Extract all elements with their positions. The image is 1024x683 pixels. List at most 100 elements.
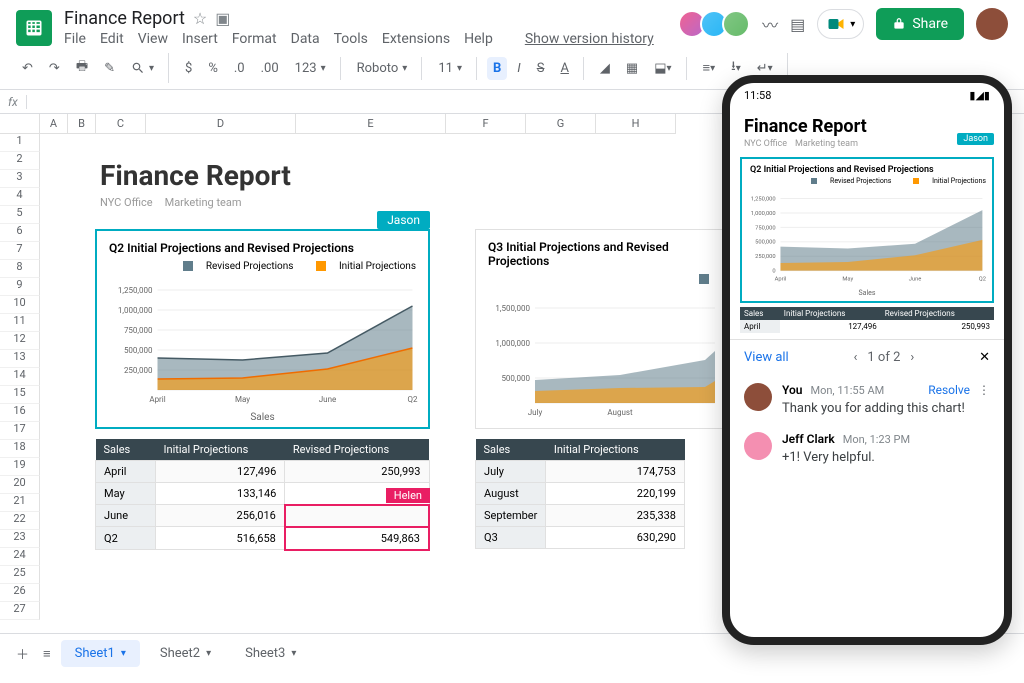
col-head[interactable]: A — [40, 114, 68, 134]
row-head[interactable]: 15 — [0, 386, 40, 404]
avatar[interactable] — [722, 10, 750, 38]
row-head[interactable]: 5 — [0, 206, 40, 224]
paint-format-button[interactable]: ✎ — [98, 57, 121, 80]
percent-button[interactable]: % — [202, 57, 224, 80]
mobile-table: SalesInitial ProjectionsRevised Projecti… — [740, 307, 994, 333]
increase-decimal-button[interactable]: .00 — [255, 57, 285, 80]
fill-color-button[interactable]: ◢ — [594, 57, 616, 80]
resolve-button[interactable]: Resolve — [928, 383, 970, 397]
row-head[interactable]: 27 — [0, 602, 40, 620]
add-sheet-button[interactable]: ＋ — [12, 640, 33, 667]
chart-q3[interactable]: Q3 Initial Projections and Revised Proje… — [475, 229, 725, 429]
menu-help[interactable]: Help — [464, 31, 493, 47]
col-head[interactable]: B — [68, 114, 96, 134]
row-head[interactable]: 10 — [0, 296, 40, 314]
row-head[interactable]: 9 — [0, 278, 40, 296]
next-comment-button[interactable]: › — [910, 350, 914, 365]
row-head[interactable]: 26 — [0, 584, 40, 602]
row-head[interactable]: 2 — [0, 152, 40, 170]
svg-text:750,000: 750,000 — [755, 225, 776, 231]
row-head[interactable]: 18 — [0, 440, 40, 458]
col-head[interactable]: F — [446, 114, 526, 134]
row-head[interactable]: 17 — [0, 422, 40, 440]
merge-button[interactable]: ⬓▾ — [648, 57, 677, 80]
row-head[interactable]: 6 — [0, 224, 40, 242]
borders-button[interactable]: ▦ — [620, 57, 644, 80]
row-head[interactable]: 7 — [0, 242, 40, 260]
menu-insert[interactable]: Insert — [182, 31, 218, 47]
chart-title: Q3 Initial Projections and Revised Proje… — [476, 230, 724, 268]
h-align-button[interactable]: ≡▾ — [697, 56, 722, 80]
row-head[interactable]: 3 — [0, 170, 40, 188]
text-color-button[interactable]: A — [554, 57, 574, 80]
svg-text:500,000: 500,000 — [755, 240, 776, 246]
svg-text:May: May — [842, 276, 853, 282]
sheet-tab[interactable]: Sheet3▾ — [231, 640, 310, 667]
menu-data[interactable]: Data — [291, 31, 320, 47]
row-head[interactable]: 13 — [0, 350, 40, 368]
share-button[interactable]: Share — [876, 8, 964, 40]
row-head[interactable]: 24 — [0, 548, 40, 566]
chart-q2[interactable]: Jason Q2 Initial Projections and Revised… — [95, 229, 430, 429]
meet-button[interactable]: ▾ — [817, 9, 864, 39]
col-head[interactable]: C — [96, 114, 146, 134]
col-head[interactable]: G — [526, 114, 596, 134]
move-folder-icon[interactable]: ▣ — [215, 9, 230, 28]
menu-tools[interactable]: Tools — [334, 31, 368, 47]
font-select[interactable]: Roboto▾ — [351, 57, 414, 80]
row-head[interactable]: 21 — [0, 494, 40, 512]
font-size-select[interactable]: 11▾ — [432, 57, 468, 80]
sheet-tab[interactable]: Sheet1▾ — [61, 640, 140, 667]
print-button[interactable]: 🖶 — [70, 53, 94, 83]
activity-icon[interactable]: 〰 — [762, 12, 778, 36]
bold-button[interactable]: B — [487, 57, 507, 80]
row-head[interactable]: 11 — [0, 314, 40, 332]
row-head[interactable]: 22 — [0, 512, 40, 530]
more-formats-select[interactable]: 123▾ — [289, 57, 332, 80]
row-head[interactable]: 19 — [0, 458, 40, 476]
svg-text:1,250,000: 1,250,000 — [751, 196, 776, 202]
all-sheets-button[interactable]: ≡ — [39, 642, 55, 666]
view-all-link[interactable]: View all — [744, 350, 789, 365]
row-head[interactable]: 12 — [0, 332, 40, 350]
row-head[interactable]: 14 — [0, 368, 40, 386]
row-head[interactable]: 20 — [0, 476, 40, 494]
col-head[interactable]: H — [596, 114, 676, 134]
mobile-chart[interactable]: Q2 Initial Projections and Revised Proje… — [740, 157, 994, 303]
svg-text:April: April — [149, 395, 165, 404]
zoom-select[interactable]: ▾ — [125, 57, 160, 79]
prev-comment-button[interactable]: ‹ — [854, 350, 858, 365]
svg-text:1,500,000: 1,500,000 — [495, 304, 530, 313]
close-icon[interactable]: ✕ — [979, 350, 990, 365]
row-head[interactable]: 4 — [0, 188, 40, 206]
currency-button[interactable]: $ — [179, 57, 198, 80]
row-head[interactable]: 8 — [0, 260, 40, 278]
row-head[interactable]: 1 — [0, 134, 40, 152]
version-history-link[interactable]: Show version history — [525, 31, 654, 47]
strikethrough-button[interactable]: S — [531, 57, 551, 80]
row-head[interactable]: 23 — [0, 530, 40, 548]
col-head[interactable]: E — [296, 114, 446, 134]
decrease-decimal-button[interactable]: .0 — [228, 57, 251, 80]
chart-svg: 1,250,000 1,000,000 750,000 500,000 250,… — [97, 278, 428, 408]
document-title[interactable]: Finance Report — [64, 8, 185, 29]
menu-edit[interactable]: Edit — [100, 31, 124, 47]
redo-button[interactable]: ↷ — [43, 57, 66, 80]
undo-button[interactable]: ↶ — [16, 57, 39, 80]
account-avatar[interactable] — [976, 8, 1008, 40]
menu-format[interactable]: Format — [232, 31, 277, 47]
comments-icon[interactable]: ▤ — [790, 15, 805, 34]
sheets-logo[interactable] — [16, 10, 52, 46]
menu-extensions[interactable]: Extensions — [382, 31, 450, 47]
row-head[interactable]: 16 — [0, 404, 40, 422]
italic-button[interactable]: I — [511, 57, 526, 80]
row-head[interactable]: 25 — [0, 566, 40, 584]
sheet-tab[interactable]: Sheet2▾ — [146, 640, 225, 667]
menu-file[interactable]: File — [64, 31, 86, 47]
star-icon[interactable]: ☆ — [193, 9, 207, 28]
menu-view[interactable]: View — [138, 31, 168, 47]
comment: You Mon, 11:55 AM Resolve ⋮ Thank you fo… — [730, 375, 1004, 424]
chart-legend — [476, 268, 724, 291]
col-head[interactable]: D — [146, 114, 296, 134]
more-icon[interactable]: ⋮ — [978, 383, 990, 397]
